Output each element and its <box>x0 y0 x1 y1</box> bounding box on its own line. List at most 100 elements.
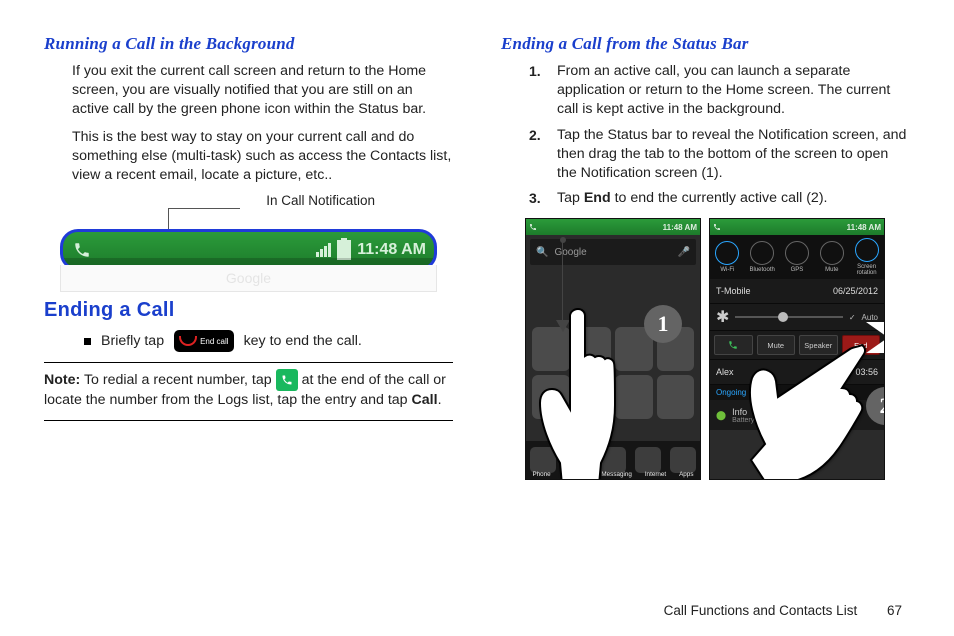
call-mute-button: Mute <box>757 335 796 355</box>
step3-num: 3. <box>529 189 541 208</box>
screenshots: 11:48 AM 🔍 Google 🎤 <box>525 218 910 480</box>
brightness-icon: ✱ <box>716 307 729 327</box>
info-title: Info <box>732 407 848 417</box>
step2-num: 2. <box>529 126 541 145</box>
note-period: . <box>438 392 442 408</box>
step-3: 3. Tap End to end the currently active c… <box>529 189 910 208</box>
carrier-row: T-Mobile 06/25/2012 <box>710 279 884 304</box>
manual-page: Running a Call in the Background If you … <box>0 0 954 636</box>
caller-name: Alex <box>716 367 734 377</box>
screenshot-notification: 11:48 AM Wi-Fi Bluetooth GPS Mute Screen… <box>709 218 885 480</box>
dock-contacts-icon <box>565 447 591 473</box>
dock-label-messaging: Messaging <box>601 471 631 478</box>
call-duration: 03:56 <box>855 367 878 377</box>
caller-row: Alex 03:56 <box>710 360 884 385</box>
end-call-label: End call <box>200 337 228 346</box>
signal-icon <box>316 243 331 257</box>
info-icon: ⬤ <box>716 410 726 421</box>
bullet-text-a: Briefly tap <box>101 333 164 349</box>
heading-ending-call: Ending a Call <box>44 299 453 322</box>
ongoing-header: Ongoing <box>710 385 884 400</box>
highlight-wedge-2 <box>866 339 885 353</box>
notif-statusbar: 11:48 AM <box>710 219 884 235</box>
end-call-icon <box>179 336 197 346</box>
bullet-text-b: key to end the call. <box>244 333 362 349</box>
carrier-name: T-Mobile <box>716 286 751 296</box>
home-search-widget: 🔍 Google 🎤 <box>530 239 696 265</box>
highlight-wedge <box>866 322 885 336</box>
brightness-slider: ✱ ✓ Auto <box>710 304 884 331</box>
dock-apps-icon <box>670 447 696 473</box>
statusbar-time: 11:48 AM <box>357 241 426 259</box>
toggle-mute: Mute <box>818 241 846 273</box>
app-icon <box>615 375 653 419</box>
bullet-end-call: Briefly tap End call key to end the call… <box>84 330 453 352</box>
toggle-wifi: Wi-Fi <box>713 241 741 273</box>
call-controls: Mute Speaker End <box>710 331 884 360</box>
dock-phone-icon <box>530 447 556 473</box>
heading-ending-statusbar: Ending a Call from the Status Bar <box>501 34 910 54</box>
screenshot-home: 11:48 AM 🔍 Google 🎤 <box>525 218 701 480</box>
step3-c: to end the currently active call (2). <box>615 190 828 206</box>
para-bg-2: This is the best way to stay on your cur… <box>72 128 453 186</box>
quick-toggles: Wi-Fi Bluetooth GPS Mute Screen rotation <box>710 235 884 279</box>
call-phone-button <box>714 335 753 355</box>
app-icon <box>574 327 612 371</box>
info-sub: Battery fully charged. Unplug charger <box>732 417 848 424</box>
para-bg-1: If you exit the current call screen and … <box>72 62 453 120</box>
divider-top <box>44 362 453 363</box>
dock-labels: Phone Contacts Messaging Internet Apps <box>526 471 700 478</box>
dock-label-phone: Phone <box>532 471 550 478</box>
mic-icon: 🎤 <box>678 247 690 258</box>
page-footer: Call Functions and Contacts List 67 <box>664 603 902 618</box>
note-label: Note: <box>44 372 80 388</box>
step-2: 2. Tap the Status bar to reveal the Noti… <box>529 126 910 184</box>
toggle-rotation: Screen rotation <box>853 238 881 276</box>
drag-line <box>562 241 563 321</box>
left-column: Running a Call in the Background If you … <box>44 30 453 480</box>
dock-messaging-icon <box>600 447 626 473</box>
notif-date: 06/25/2012 <box>833 286 878 296</box>
right-column: Ending a Call from the Status Bar 1. Fro… <box>501 30 910 480</box>
callout-in-call: In Call Notification <box>266 193 375 208</box>
step3-a: Tap <box>557 190 580 206</box>
end-call-key: End call <box>174 330 233 352</box>
step1-num: 1. <box>529 62 541 81</box>
phone-icon <box>67 235 97 265</box>
note-call: Call <box>412 392 438 408</box>
app-icon <box>574 375 612 419</box>
ongoing-item: ⬤ Info Battery fully charged. Unplug cha… <box>710 400 884 430</box>
battery-icon <box>337 240 351 260</box>
dock-label-internet: Internet <box>645 471 666 478</box>
dial-button-icon <box>276 369 298 391</box>
call-speaker-button: Speaker <box>799 335 838 355</box>
square-bullet-icon <box>84 338 91 345</box>
dock-label-contacts: Contacts <box>564 471 589 478</box>
chapter-title: Call Functions and Contacts List <box>664 603 858 618</box>
step3-b: End <box>584 190 611 206</box>
home-statusbar: 11:48 AM <box>526 219 700 235</box>
statusbar-below: Google <box>60 265 437 292</box>
heading-running-bg: Running a Call in the Background <box>44 34 453 54</box>
toggle-gps: GPS <box>783 241 811 273</box>
page-number: 67 <box>887 603 902 618</box>
auto-brightness: Auto <box>862 313 878 322</box>
app-icon <box>657 375 695 419</box>
dock-internet-icon <box>635 447 661 473</box>
note-block: Note: To redial a recent number, tap at … <box>44 369 453 410</box>
home-time: 11:48 AM <box>663 223 697 232</box>
step1-text: From an active call, you can launch a se… <box>557 63 890 117</box>
step-1: 1. From an active call, you can launch a… <box>529 62 910 120</box>
toggle-bluetooth: Bluetooth <box>748 241 776 273</box>
callout-line-h <box>168 208 240 209</box>
chevron-down-icon <box>556 319 570 337</box>
divider-bottom <box>44 420 453 421</box>
callout-1: 1 <box>644 305 682 343</box>
notif-time: 11:48 AM <box>847 223 881 232</box>
step2-text: Tap the Status bar to reveal the Notific… <box>557 127 906 181</box>
app-icon <box>532 375 570 419</box>
search-ghost: Google <box>226 270 271 286</box>
home-search-hint: Google <box>554 247 586 258</box>
dock-label-apps: Apps <box>679 471 693 478</box>
search-icon: 🔍 <box>536 247 548 258</box>
